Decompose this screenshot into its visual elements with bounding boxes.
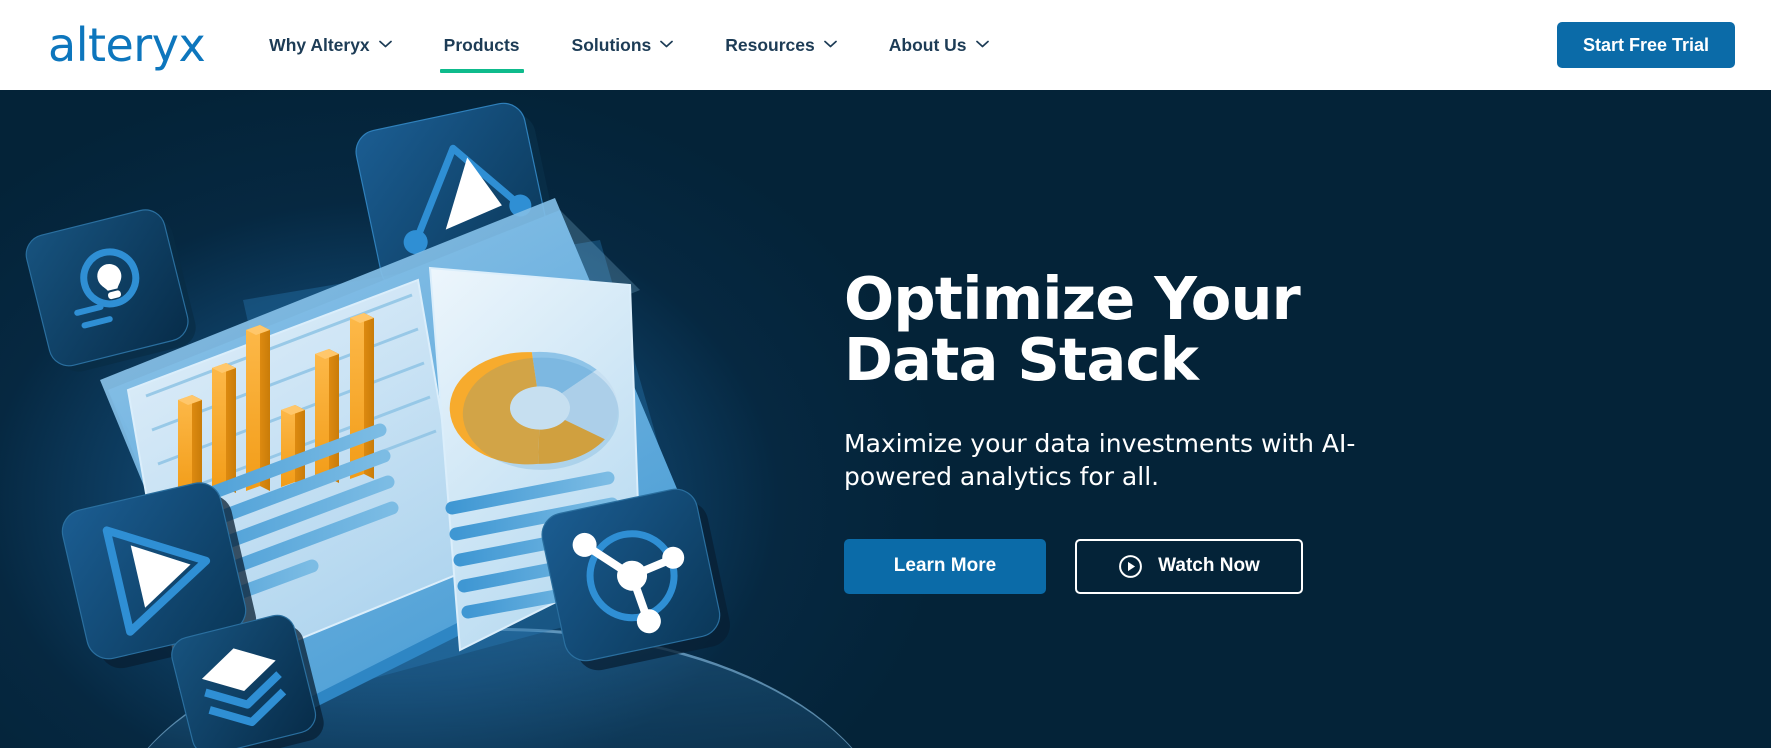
watch-now-label: Watch Now xyxy=(1158,555,1260,577)
nav-label-products: Products xyxy=(443,34,520,55)
nav-item-why-alteryx[interactable]: Why Alteryx xyxy=(243,0,418,90)
hub-molecule-icon xyxy=(541,488,730,671)
site-header: alteryx Why Alteryx Products Solutions R… xyxy=(0,0,1771,90)
learn-more-button[interactable]: Learn More xyxy=(844,538,1046,594)
play-circle-icon xyxy=(1118,554,1143,579)
page-root: alteryx Why Alteryx Products Solutions R… xyxy=(0,0,1771,748)
start-free-trial-button[interactable]: Start Free Trial xyxy=(1556,22,1735,68)
nav-label-resources: Resources xyxy=(725,34,815,55)
nav-label-why-alteryx: Why Alteryx xyxy=(269,34,370,55)
alteryx-logo[interactable]: alteryx xyxy=(48,22,206,68)
chevron-down-icon xyxy=(378,40,392,48)
nav-item-solutions[interactable]: Solutions xyxy=(546,0,700,90)
nav-label-solutions: Solutions xyxy=(571,34,652,55)
nav-item-products[interactable]: Products xyxy=(418,0,546,90)
chevron-down-icon xyxy=(823,40,837,48)
nav-label-about-us: About Us xyxy=(888,34,967,55)
main-navigation: Why Alteryx Products Solutions Resources xyxy=(243,0,1014,90)
nav-item-about-us[interactable]: About Us xyxy=(863,0,1015,90)
hero-copy: Optimize Your Data Stack Maximize your d… xyxy=(844,268,1544,594)
hero-title: Optimize Your Data Stack xyxy=(844,264,1301,395)
analytics-dashboard-illustration xyxy=(0,90,760,748)
chevron-down-icon xyxy=(975,40,989,48)
chevron-down-icon xyxy=(660,40,674,48)
nav-item-resources[interactable]: Resources xyxy=(699,0,863,90)
watch-now-button[interactable]: Watch Now xyxy=(1075,538,1303,594)
hero-subtitle: Maximize your data investments with AI-p… xyxy=(844,428,1356,492)
hero-button-group: Learn More Watch Now xyxy=(844,538,1544,594)
hero-section: Optimize Your Data Stack Maximize your d… xyxy=(0,90,1771,748)
